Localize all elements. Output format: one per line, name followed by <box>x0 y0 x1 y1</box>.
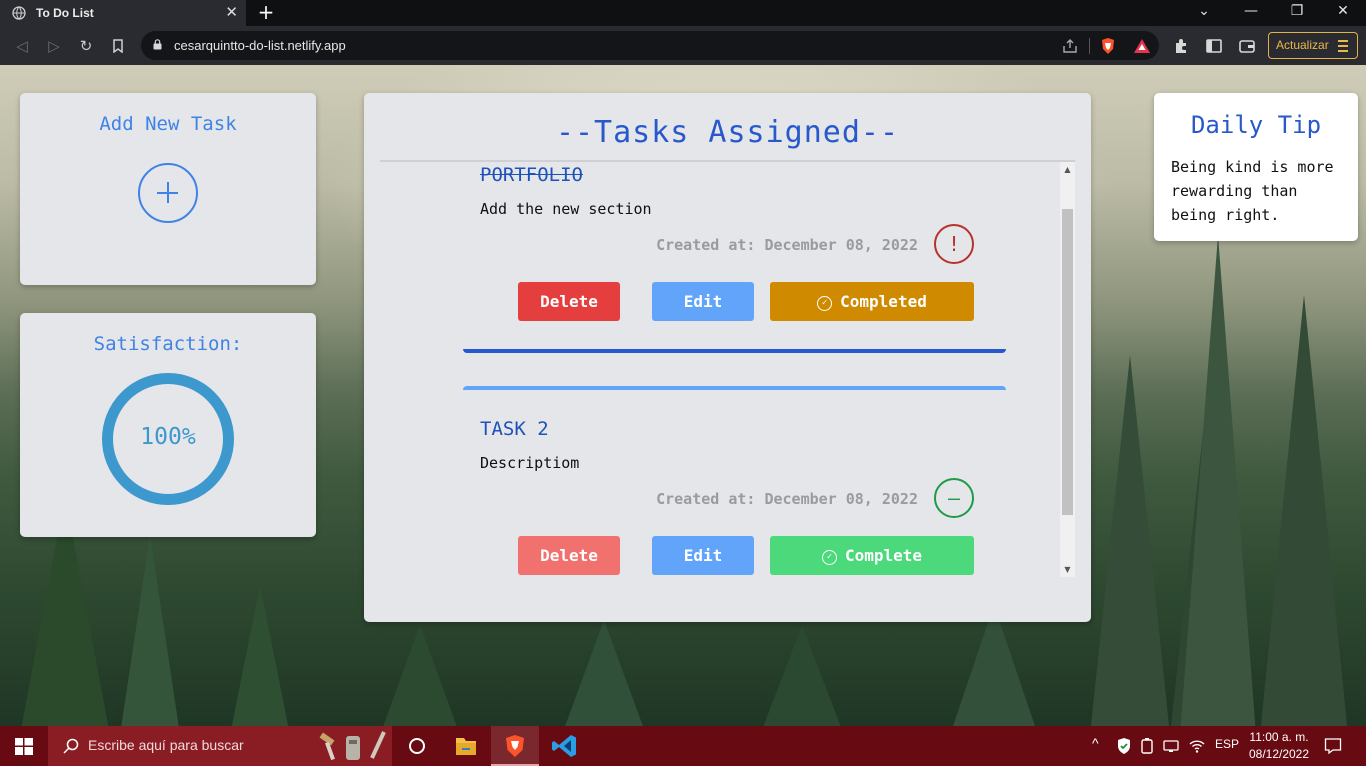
new-tab-button[interactable]: + <box>256 1 276 23</box>
address-bar[interactable]: cesarquintto-do-list.netlify.app <box>141 31 1159 60</box>
task-view-button[interactable] <box>393 726 441 766</box>
daily-tip-text: Being kind is more rewarding than being … <box>1171 158 1334 224</box>
task-description: Add the new section <box>480 200 652 218</box>
page-background: Add New Task Satisfaction: 100% --Tasks … <box>0 65 1366 726</box>
restore-button[interactable]: ❐ <box>1274 3 1320 19</box>
close-window-button[interactable]: ✕ <box>1320 3 1366 19</box>
task-description: Descriptiom <box>480 454 580 472</box>
wallet-icon[interactable] <box>1238 37 1256 55</box>
extensions-icon[interactable] <box>1172 37 1190 55</box>
browser-tab[interactable]: To Do List ✕ <box>0 0 246 26</box>
sidebar-icon[interactable] <box>1205 37 1223 55</box>
windows-taskbar: Escribe aquí para buscar ^ ESP 11:00 a. … <box>0 726 1366 766</box>
complete-label: Complete <box>844 546 923 565</box>
language-indicator[interactable]: ESP <box>1215 737 1239 751</box>
minimize-button[interactable]: — <box>1228 3 1274 19</box>
wifi-icon[interactable] <box>1188 738 1206 754</box>
daily-tip-title: Daily Tip <box>1190 111 1322 139</box>
tab-title: To Do List <box>36 6 94 20</box>
add-task-card: Add New Task <box>20 93 316 285</box>
complete-label: Completed <box>840 292 927 311</box>
lock-icon <box>153 39 162 50</box>
daily-tip-card: Daily Tip Being kind is more rewarding t… <box>1154 93 1358 241</box>
task-created-date: Created at: December 08, 2022 <box>656 236 918 254</box>
vscode-icon[interactable] <box>541 726 589 766</box>
task-bottom-bar <box>463 349 1006 353</box>
battery-icon[interactable] <box>1140 738 1154 754</box>
scroll-up-arrow-icon[interactable]: ▲ <box>1060 162 1075 177</box>
brave-browser-icon[interactable] <box>491 726 539 766</box>
task-item: PORTFOLIO Add the new section Created at… <box>463 162 1006 362</box>
share-icon[interactable] <box>1061 37 1079 55</box>
check-circle-icon: ✓ <box>821 550 837 565</box>
windows-start-icon[interactable] <box>15 738 33 755</box>
browser-toolbar: ◁ ▷ ↻ cesarquintto-do-list.netlify.app A… <box>0 26 1366 65</box>
tasks-panel: --Tasks Assigned-- PORTFOLIO Add the new… <box>364 93 1091 622</box>
bookmark-icon[interactable] <box>107 35 129 57</box>
update-button[interactable]: Actualizar <box>1268 32 1358 59</box>
notifications-icon[interactable] <box>1324 737 1342 755</box>
clock-date: 08/12/2022 <box>1248 747 1310 761</box>
tasks-scrollbar[interactable]: ▲ ▼ <box>1060 162 1075 577</box>
complete-button[interactable]: ✓ Complete <box>770 536 974 575</box>
pending-alert-icon: ! <box>934 224 974 264</box>
satisfaction-card: Satisfaction: 100% <box>20 313 316 537</box>
complete-button[interactable]: ✓ Completed <box>770 282 974 321</box>
tasks-panel-title: --Tasks Assigned-- <box>555 115 900 150</box>
brave-shield-icon[interactable] <box>1099 37 1117 55</box>
tasks-list[interactable]: PORTFOLIO Add the new section Created at… <box>380 162 1075 577</box>
add-task-button[interactable] <box>138 163 198 223</box>
chevron-down-icon[interactable]: ⌄ <box>1181 3 1227 19</box>
update-label: Actualizar <box>1276 38 1329 52</box>
search-highlight-icon <box>319 731 386 761</box>
add-task-title: Add New Task <box>99 113 237 135</box>
file-explorer-icon[interactable] <box>442 726 490 766</box>
search-placeholder: Escribe aquí para buscar <box>88 737 244 753</box>
task-title: PORTFOLIO <box>480 164 583 186</box>
satisfaction-ring: 100% <box>102 373 234 505</box>
satisfaction-value: 100% <box>140 424 196 450</box>
forward-icon[interactable]: ▷ <box>43 35 65 57</box>
scroll-thumb[interactable] <box>1062 209 1073 515</box>
task-top-bar <box>463 386 1006 390</box>
edit-button[interactable]: Edit <box>652 536 754 575</box>
url-text: cesarquintto-do-list.netlify.app <box>174 38 346 53</box>
scroll-down-arrow-icon[interactable]: ▼ <box>1060 562 1075 577</box>
in-progress-icon: — <box>934 478 974 518</box>
menu-icon <box>1338 40 1348 55</box>
delete-button[interactable]: Delete <box>518 536 620 575</box>
clock-time: 11:00 a. m. <box>1249 730 1309 744</box>
clock[interactable]: 11:00 a. m. 08/12/2022 <box>1246 729 1312 763</box>
browser-tab-bar: To Do List ✕ + ⌄ — ❐ ✕ <box>0 0 1366 26</box>
satisfaction-title: Satisfaction: <box>93 333 243 355</box>
taskbar-search-box[interactable]: Escribe aquí para buscar <box>48 726 392 766</box>
task-title: TASK 2 <box>480 418 549 440</box>
reload-icon[interactable]: ↻ <box>75 35 97 57</box>
address-divider <box>1089 38 1090 54</box>
back-icon[interactable]: ◁ <box>11 35 33 57</box>
task-created-date: Created at: December 08, 2022 <box>656 490 918 508</box>
globe-icon <box>12 6 26 20</box>
brave-rewards-icon[interactable] <box>1133 37 1151 55</box>
network-icon[interactable] <box>1163 739 1179 753</box>
search-icon <box>63 738 79 754</box>
defender-icon[interactable] <box>1116 737 1132 755</box>
close-tab-icon[interactable]: ✕ <box>225 4 238 20</box>
delete-button[interactable]: Delete <box>518 282 620 321</box>
edit-button[interactable]: Edit <box>652 282 754 321</box>
task-item: TASK 2 Descriptiom Created at: December … <box>463 386 1006 577</box>
check-circle-icon: ✓ <box>817 296 833 311</box>
chevron-up-icon[interactable]: ^ <box>1092 735 1099 751</box>
